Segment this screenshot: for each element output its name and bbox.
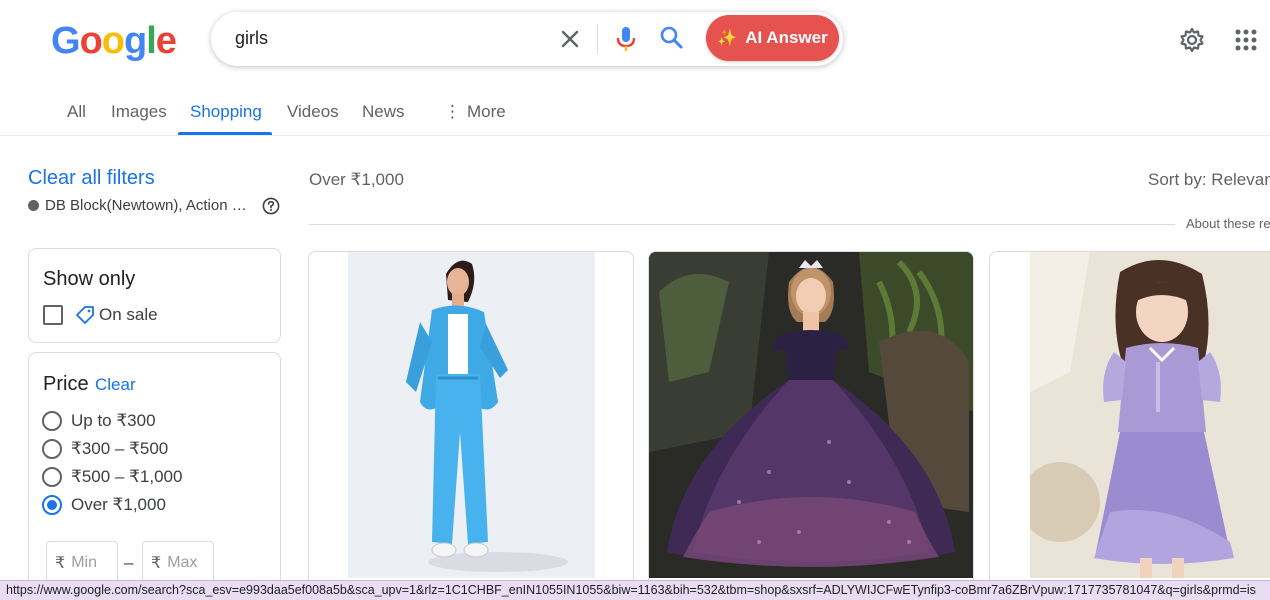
tab-more-label: More [467,102,506,121]
product-image[interactable] [348,252,595,578]
more-vertical-icon: ⋮ [444,102,461,121]
apps-grid-icon [1235,29,1257,51]
logo-letter: l [146,20,157,62]
price-option[interactable]: Up to ₹300 [42,411,156,431]
tab-images[interactable]: Images [111,102,167,122]
tab-news[interactable]: News [362,102,405,122]
show-only-filter: Show only On sale [28,248,281,343]
search-icon [660,26,683,49]
product-photo-lavender-dress [1030,252,1270,578]
radio-button[interactable] [42,411,62,431]
tab-shopping[interactable]: Shopping [190,102,262,122]
location-dot-icon [28,200,39,211]
results-divider [309,224,1175,225]
logo-letter: g [124,20,147,62]
active-tab-indicator [178,132,272,135]
price-option-label: Up to ₹300 [71,411,156,430]
price-min-input[interactable]: ₹ Min [46,541,118,585]
show-only-title: Show only [43,268,136,290]
logo-letter: o [101,20,125,62]
gear-icon [1180,27,1204,53]
price-tag-icon [76,306,94,324]
search-button[interactable] [658,24,686,52]
ai-answer-label: AI Answer [745,28,828,47]
price-min-placeholder: Min [71,554,97,571]
google-logo[interactable]: Google [51,20,177,63]
tab-videos[interactable]: Videos [287,102,339,122]
price-clear-link[interactable]: Clear [95,375,136,395]
price-range-dash: – [124,553,134,572]
rupee-symbol: ₹ [151,555,162,572]
search-input[interactable] [235,28,535,49]
price-option-selected[interactable]: Over ₹1,000 [42,495,166,515]
voice-search-button[interactable] [613,24,639,54]
help-circle-icon [262,197,280,215]
location-label: DB Block(Newtown), Action … [45,197,247,214]
tab-all[interactable]: All [67,102,86,122]
product-card[interactable] [308,251,634,591]
price-title: Price [43,373,89,395]
price-option-label: ₹300 – ₹500 [71,439,169,458]
search-divider [597,24,598,54]
product-card[interactable] [648,251,974,591]
radio-button[interactable] [42,467,62,487]
product-image[interactable] [649,252,973,578]
on-sale-label[interactable]: On sale [99,305,158,325]
search-tabs: All Images Shopping Videos News ⋮ More [0,90,1270,136]
product-photo-sequin-gown [649,252,973,578]
logo-letter: G [51,20,81,62]
logo-letter: e [155,20,177,62]
location-filter[interactable]: DB Block(Newtown), Action … [28,197,258,214]
search-box: ✨ AI Answer [211,12,843,66]
on-sale-checkbox[interactable] [43,305,63,325]
tab-more[interactable]: ⋮ More [444,102,506,122]
price-max-input[interactable]: ₹ Max [142,541,214,585]
radio-button[interactable] [42,439,62,459]
active-price-filter-label: Over ₹1,000 [309,170,404,189]
ai-answer-button[interactable]: ✨ AI Answer [706,15,839,61]
price-option-label: Over ₹1,000 [71,495,166,514]
status-bar-url: https://www.google.com/search?sca_esv=e9… [0,580,1270,600]
sort-by-dropdown[interactable]: Sort by: Relevan [1148,170,1270,190]
sparkle-icon: ✨ [717,30,738,47]
clear-all-filters-link[interactable]: Clear all filters [28,167,155,190]
rupee-symbol: ₹ [55,555,66,572]
logo-letter: o [79,20,103,62]
close-icon [561,30,579,48]
settings-button[interactable] [1178,26,1206,54]
price-option[interactable]: ₹300 – ₹500 [42,439,168,459]
radio-button-checked[interactable] [42,495,62,515]
help-button[interactable] [262,197,280,215]
price-option-label: ₹500 – ₹1,000 [71,467,183,486]
price-max-placeholder: Max [167,554,198,571]
google-shopping-page: Google ✨ AI Answer [0,0,1270,600]
google-apps-button[interactable] [1234,28,1258,52]
about-these-results-link[interactable]: About these re [1186,216,1270,231]
product-image[interactable] [1030,252,1270,578]
microphone-icon [616,27,636,51]
product-card[interactable] [989,251,1270,591]
product-photo-blue-outfit [348,252,595,578]
clear-search-button[interactable] [557,26,583,52]
price-filter: Price Clear Up to ₹300 ₹300 – ₹500 ₹500 … [28,352,281,592]
price-option[interactable]: ₹500 – ₹1,000 [42,467,182,487]
